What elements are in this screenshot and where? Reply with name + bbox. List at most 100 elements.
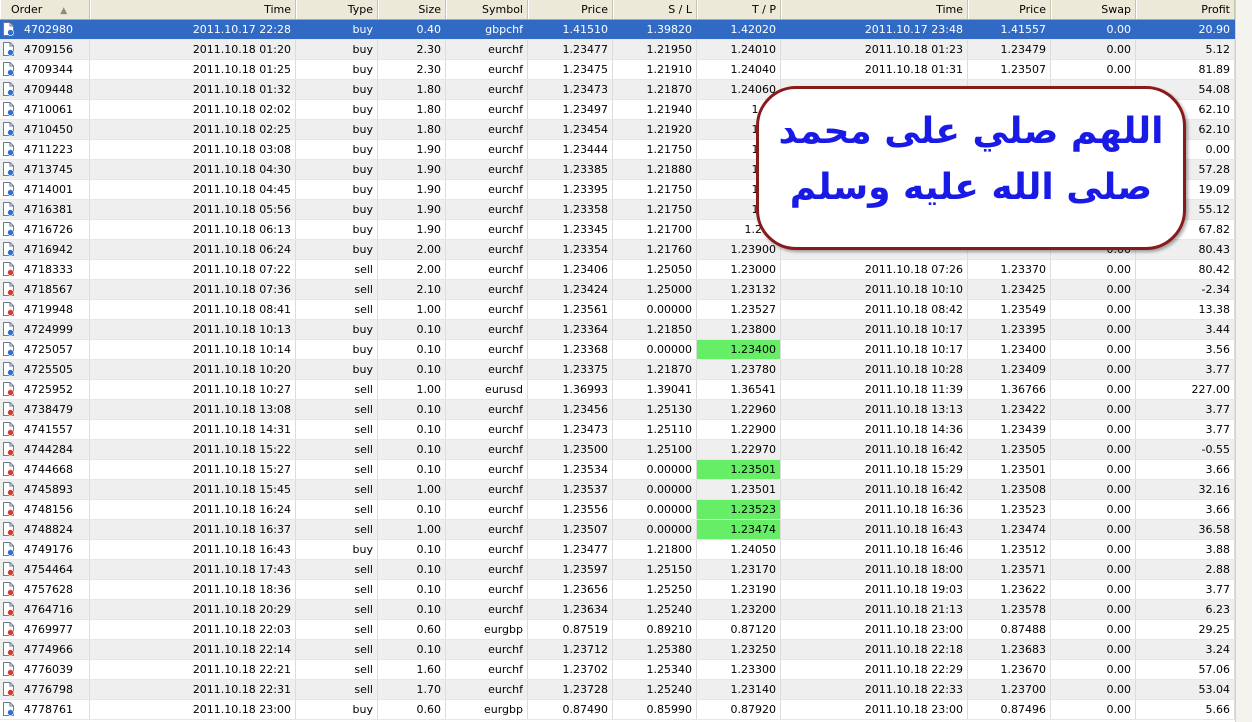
- cell-tp: 1.24010: [697, 40, 781, 59]
- cell-time: 2011.10.18 02:02: [90, 100, 296, 119]
- table-row[interactable]: 4702980 2011.10.17 22:28 buy 0.40 gbpchf 1.41…: [0, 20, 1235, 40]
- cell-symbol: eurchf: [446, 200, 528, 219]
- table-row[interactable]: 4709344 2011.10.18 01:25 buy 2.30 eurchf 1.23…: [0, 60, 1235, 80]
- column-header-price[interactable]: Price: [528, 0, 613, 19]
- cell-price: 0.87519: [528, 620, 613, 639]
- cell-symbol: eurchf: [446, 400, 528, 419]
- cell-swap: 0.00: [1051, 580, 1136, 599]
- cell-size: 0.10: [378, 600, 446, 619]
- cell-type: buy: [296, 100, 378, 119]
- cell-symbol: eurchf: [446, 440, 528, 459]
- table-row[interactable]: 4725952 2011.10.18 10:27 sell 1.00 eurusd 1.3…: [0, 380, 1235, 400]
- table-row[interactable]: 4748824 2011.10.18 16:37 sell 1.00 eurchf 1.2…: [0, 520, 1235, 540]
- column-header-close-price[interactable]: Price: [968, 0, 1051, 19]
- column-header-swap[interactable]: Swap: [1051, 0, 1136, 19]
- vertical-scrollbar[interactable]: [1235, 0, 1252, 722]
- cell-price: 1.23424: [528, 280, 613, 299]
- cell-size: 1.60: [378, 660, 446, 679]
- column-header-order[interactable]: Order ▲: [0, 0, 90, 19]
- column-header-tp[interactable]: T / P: [697, 0, 781, 19]
- cell-type: buy: [296, 60, 378, 79]
- cell-type: buy: [296, 360, 378, 379]
- cell-size: 2.00: [378, 240, 446, 259]
- cell-time: 2011.10.18 22:14: [90, 640, 296, 659]
- cell-close-time: 2011.10.18 22:18: [781, 640, 968, 659]
- table-row[interactable]: 4748156 2011.10.18 16:24 sell 0.10 eurchf 1.2…: [0, 500, 1235, 520]
- table-row[interactable]: 4778761 2011.10.18 23:00 buy 0.60 eurgbp 0.87…: [0, 700, 1235, 720]
- table-row[interactable]: 4718567 2011.10.18 07:36 sell 2.10 eurchf 1.2…: [0, 280, 1235, 300]
- cell-size: 1.00: [378, 480, 446, 499]
- cell-size: 1.90: [378, 200, 446, 219]
- table-row[interactable]: 4745893 2011.10.18 15:45 sell 1.00 eurchf 1.2…: [0, 480, 1235, 500]
- cell-size: 0.10: [378, 640, 446, 659]
- cell-tp: 1.22960: [697, 400, 781, 419]
- table-row[interactable]: 4776039 2011.10.18 22:21 sell 1.60 eurchf 1.2…: [0, 660, 1235, 680]
- table-row[interactable]: 4738479 2011.10.18 13:08 sell 0.10 eurchf 1.2…: [0, 400, 1235, 420]
- cell-order: 4744668: [0, 460, 90, 479]
- table-row[interactable]: 4724999 2011.10.18 10:13 buy 0.10 eurchf 1.23…: [0, 320, 1235, 340]
- cell-close-price: 1.23507: [968, 60, 1051, 79]
- cell-swap: 0.00: [1051, 40, 1136, 59]
- table-row[interactable]: 4764716 2011.10.18 20:29 sell 0.10 eurchf 1.2…: [0, 600, 1235, 620]
- cell-size: 0.10: [378, 320, 446, 339]
- cell-symbol: eurchf: [446, 340, 528, 359]
- cell-tp: 1.23780: [697, 360, 781, 379]
- cell-time: 2011.10.18 15:45: [90, 480, 296, 499]
- table-row[interactable]: 4749176 2011.10.18 16:43 buy 0.10 eurchf 1.23…: [0, 540, 1235, 560]
- cell-price: 1.23477: [528, 540, 613, 559]
- column-header-close-time[interactable]: Time: [781, 0, 968, 19]
- cell-time: 2011.10.18 20:29: [90, 600, 296, 619]
- cell-order: 4709156: [0, 40, 90, 59]
- table-row[interactable]: 4744284 2011.10.18 15:22 sell 0.10 eurchf 1.2…: [0, 440, 1235, 460]
- cell-type: sell: [296, 680, 378, 699]
- cell-swap: 0.00: [1051, 280, 1136, 299]
- column-header-size[interactable]: Size: [378, 0, 446, 19]
- cell-sl: 1.25150: [613, 560, 697, 579]
- table-row[interactable]: 4719948 2011.10.18 08:41 sell 1.00 eurchf 1.2…: [0, 300, 1235, 320]
- cell-size: 0.40: [378, 20, 446, 39]
- cell-tp: 1.23900: [697, 240, 781, 259]
- table-row[interactable]: 4709156 2011.10.18 01:20 buy 2.30 eurchf 1.23…: [0, 40, 1235, 60]
- cell-sl: 0.89210: [613, 620, 697, 639]
- cell-sl: 1.39820: [613, 20, 697, 39]
- column-header-time[interactable]: Time: [90, 0, 296, 19]
- cell-time: 2011.10.18 16:37: [90, 520, 296, 539]
- column-header-profit[interactable]: Profit: [1136, 0, 1235, 19]
- table-row[interactable]: 4776798 2011.10.18 22:31 sell 1.70 eurchf 1.2…: [0, 680, 1235, 700]
- cell-swap: 0.00: [1051, 600, 1136, 619]
- cell-size: 1.00: [378, 380, 446, 399]
- cell-size: 1.00: [378, 520, 446, 539]
- cell-size: 1.00: [378, 300, 446, 319]
- cell-type: sell: [296, 660, 378, 679]
- cell-tp: 1.23474: [697, 520, 781, 539]
- cell-order: 4714001: [0, 180, 90, 199]
- cell-tp: 1.23170: [697, 560, 781, 579]
- cell-symbol: eurchf: [446, 220, 528, 239]
- table-row[interactable]: 4725057 2011.10.18 10:14 buy 0.10 eurchf 1.23…: [0, 340, 1235, 360]
- cell-swap: 0.00: [1051, 440, 1136, 459]
- cell-close-price: 1.23395: [968, 320, 1051, 339]
- table-row[interactable]: 4754464 2011.10.18 17:43 sell 0.10 eurchf 1.2…: [0, 560, 1235, 580]
- table-row[interactable]: 4774966 2011.10.18 22:14 sell 0.10 eurchf 1.2…: [0, 640, 1235, 660]
- column-header-symbol[interactable]: Symbol: [446, 0, 528, 19]
- table-row[interactable]: 4757628 2011.10.18 18:36 sell 0.10 eurchf 1.2…: [0, 580, 1235, 600]
- column-header-label: Price: [1019, 3, 1046, 16]
- table-row[interactable]: 4744668 2011.10.18 15:27 sell 0.10 eurchf 1.2…: [0, 460, 1235, 480]
- table-row[interactable]: 4718333 2011.10.18 07:22 sell 2.00 eurchf 1.2…: [0, 260, 1235, 280]
- cell-tp: 1.23523: [697, 500, 781, 519]
- cell-type: buy: [296, 320, 378, 339]
- table-row[interactable]: 4725505 2011.10.18 10:20 buy 0.10 eurchf 1.23…: [0, 360, 1235, 380]
- cell-sl: 1.21920: [613, 120, 697, 139]
- cell-type: buy: [296, 220, 378, 239]
- cell-price: 1.23475: [528, 60, 613, 79]
- column-header-type[interactable]: Type: [296, 0, 378, 19]
- table-row[interactable]: 4741557 2011.10.18 14:31 sell 0.10 eurchf 1.2…: [0, 420, 1235, 440]
- cell-price: 1.23497: [528, 100, 613, 119]
- cell-type: buy: [296, 160, 378, 179]
- table-row[interactable]: 4769977 2011.10.18 22:03 sell 0.60 eurgbp 0.8…: [0, 620, 1235, 640]
- cell-close-price: 1.23422: [968, 400, 1051, 419]
- cell-sl: 1.25100: [613, 440, 697, 459]
- cell-size: 0.10: [378, 460, 446, 479]
- cell-order: 4719948: [0, 300, 90, 319]
- column-header-sl[interactable]: S / L: [613, 0, 697, 19]
